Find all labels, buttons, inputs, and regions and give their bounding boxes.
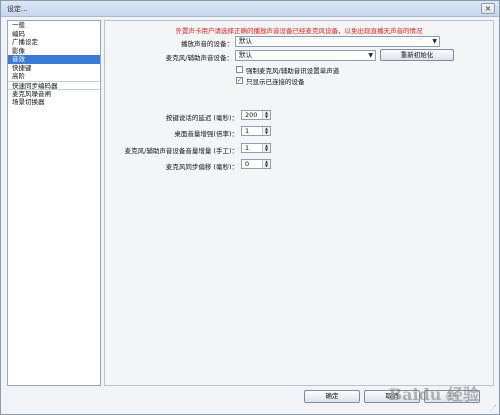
sidebar-item-encoding[interactable]: 编码: [8, 30, 100, 39]
sidebar-item-general[interactable]: 一般: [8, 21, 100, 30]
mic-boost-spinbox[interactable]: 1 ▲ ▼: [241, 143, 271, 153]
settings-window: 设定... × 一般 编码 广播设定 影像 音效 快捷键 高阶 快速同步编码器 …: [0, 0, 500, 415]
show-connected-label: 只显示已连接的设备: [246, 78, 305, 86]
spin-arrows-icon[interactable]: ▲ ▼: [262, 144, 270, 152]
window-title: 设定...: [7, 5, 28, 13]
reinitialize-button[interactable]: 重新初始化: [380, 49, 454, 61]
sidebar-item-quicksync[interactable]: 快速同步编码器: [8, 80, 100, 90]
chevron-down-icon: ▼: [368, 52, 373, 59]
playback-device-value: 默认: [239, 37, 252, 45]
force-mono-row[interactable]: 强制麦克风/辅助音讯设置单声道: [236, 65, 340, 75]
sidebar-item-scene-switcher[interactable]: 场景切换器: [8, 98, 100, 107]
close-button[interactable]: ×: [481, 3, 495, 14]
force-mono-checkbox[interactable]: [236, 65, 243, 73]
mic-boost-label: 麦克风/辅助声音设备音量增量 (手工)：: [124, 147, 238, 155]
watermark-logo: Baidu 经验: [388, 385, 479, 404]
title-bar[interactable]: 设定... ×: [1, 1, 499, 17]
sidebar-item-video[interactable]: 影像: [8, 47, 100, 56]
warning-text: 外置声卡用户请选择正确的播放声音设备已经麦克风设备，以免出现直播无声音的情况: [175, 27, 423, 35]
mic-sync-value: 0: [245, 160, 250, 168]
ptt-delay-spinbox[interactable]: 200 ▲ ▼: [241, 110, 271, 120]
sidebar-item-hotkeys[interactable]: 快捷键: [8, 64, 100, 73]
settings-sidebar: 一般 编码 广播设定 影像 音效 快捷键 高阶 快速同步编码器 麦克风噪音闸 场…: [7, 20, 101, 386]
mic-sync-spinbox[interactable]: 0 ▲ ▼: [241, 159, 271, 169]
force-mono-label: 强制麦克风/辅助音讯设置单声道: [246, 67, 340, 75]
playback-device-dropdown[interactable]: 默认 ▼: [235, 36, 440, 47]
show-connected-row[interactable]: ✓ 只显示已连接的设备: [236, 76, 305, 86]
ptt-delay-label: 按键说话的延迟 (毫秒)：: [165, 114, 238, 122]
spin-arrows-icon[interactable]: ▲ ▼: [262, 127, 270, 135]
desktop-boost-label: 桌面音量增强(倍率)：: [174, 130, 238, 138]
mic-device-value: 默认: [239, 51, 252, 59]
audio-settings-panel: 外置声卡用户请选择正确的播放声音设备已经麦克风设备，以免出现直播无声音的情况 播…: [104, 20, 494, 386]
sidebar-item-broadcast[interactable]: 广播设定: [8, 38, 100, 47]
desktop-boost-spinbox[interactable]: 1 ▲ ▼: [241, 126, 271, 136]
ptt-delay-value: 200: [245, 111, 258, 119]
resize-grip-icon[interactable]: ⋰: [490, 404, 497, 412]
spin-arrows-icon[interactable]: ▲ ▼: [262, 111, 270, 119]
desktop-boost-value: 1: [245, 127, 250, 135]
mic-sync-label: 麦克风同步偏移 (毫秒)：: [165, 163, 238, 171]
playback-device-label: 播放声音的设备：: [181, 40, 233, 48]
show-connected-checkbox[interactable]: ✓: [236, 76, 243, 84]
sidebar-item-advanced[interactable]: 高阶: [8, 72, 100, 81]
mic-boost-value: 1: [245, 144, 250, 152]
chevron-down-icon: ▼: [432, 38, 437, 45]
sidebar-item-noise-gate[interactable]: 麦克风噪音闸: [8, 89, 100, 98]
mic-device-dropdown[interactable]: 默认 ▼: [235, 50, 376, 61]
mic-device-label: 麦克风/辅助声音设备：: [165, 54, 233, 62]
ok-button[interactable]: 确定: [304, 390, 360, 403]
spin-arrows-icon[interactable]: ▲ ▼: [262, 160, 270, 168]
sidebar-item-audio[interactable]: 音效: [8, 55, 100, 64]
